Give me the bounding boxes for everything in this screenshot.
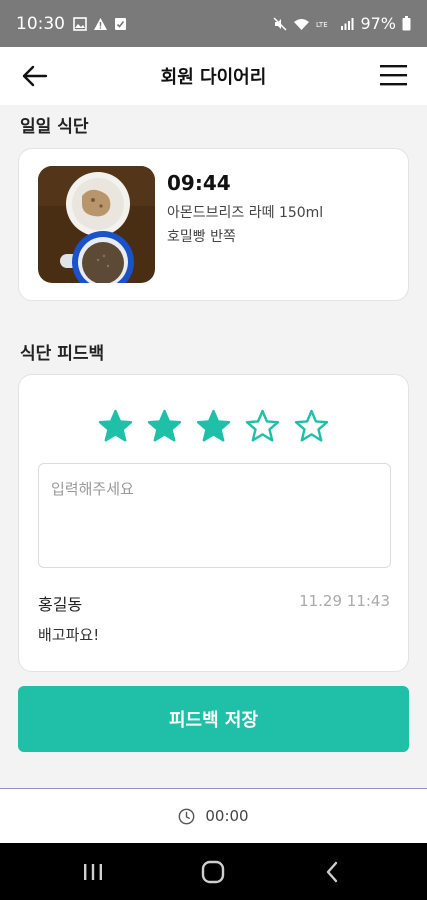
clock-icon	[178, 808, 195, 824]
save-feedback-button[interactable]: 피드백 저장	[18, 686, 409, 752]
check-icon	[115, 17, 126, 30]
star-empty-icon[interactable]	[294, 409, 329, 444]
svg-text:LTE: LTE	[316, 21, 328, 29]
warning-icon	[94, 17, 107, 30]
star-filled-icon[interactable]	[98, 409, 133, 444]
comment-author: 홍길동	[38, 595, 83, 614]
hamburger-menu-icon[interactable]	[380, 63, 407, 87]
page-title: 회원 다이어리	[160, 67, 267, 88]
lte-icon: LTE	[316, 21, 328, 29]
feedback-title: 식단 피드백	[20, 344, 105, 364]
meal-item: 아몬드브리즈 라떼 150ml	[167, 205, 324, 221]
app-header: 회원 다이어리	[0, 47, 427, 105]
timer-value: 00:00	[205, 807, 249, 825]
meal-card[interactable]: 09:44 아몬드브리즈 라떼 150ml 호밀빵 반쪽	[18, 148, 409, 301]
notification-icons	[73, 16, 127, 31]
comment-timestamp: 11.29 11:43	[299, 592, 390, 610]
battery-percent: 97%	[360, 14, 396, 33]
timer-bar: 00:00	[0, 788, 427, 843]
wifi-icon	[294, 18, 310, 30]
status-bar: 10:30 LTE 97%	[0, 0, 427, 47]
signal-icon	[341, 17, 354, 30]
recent-apps-icon[interactable]	[78, 858, 108, 886]
image-icon	[73, 16, 87, 31]
star-empty-icon[interactable]	[245, 409, 280, 444]
star-rating[interactable]	[19, 409, 408, 444]
feedback-card: 홍길동 11.29 11:43 배고파요!	[18, 374, 409, 672]
star-filled-icon[interactable]	[196, 409, 231, 444]
star-filled-icon[interactable]	[147, 409, 182, 444]
meal-item: 호밀빵 반쪽	[167, 229, 236, 245]
feedback-input[interactable]	[38, 463, 391, 568]
meal-time: 09:44	[167, 171, 231, 195]
system-nav-bar	[0, 843, 427, 900]
system-icons: LTE 97%	[273, 14, 411, 33]
comment-text: 배고파요!	[38, 626, 100, 644]
status-time: 10:30	[16, 13, 65, 34]
daily-meal-title: 일일 식단	[20, 117, 89, 137]
meal-photo[interactable]	[38, 166, 155, 283]
mute-icon	[273, 16, 287, 31]
battery-icon	[402, 16, 411, 31]
back-icon[interactable]	[318, 858, 348, 886]
home-icon[interactable]	[198, 858, 228, 886]
back-arrow-icon[interactable]	[20, 61, 50, 91]
